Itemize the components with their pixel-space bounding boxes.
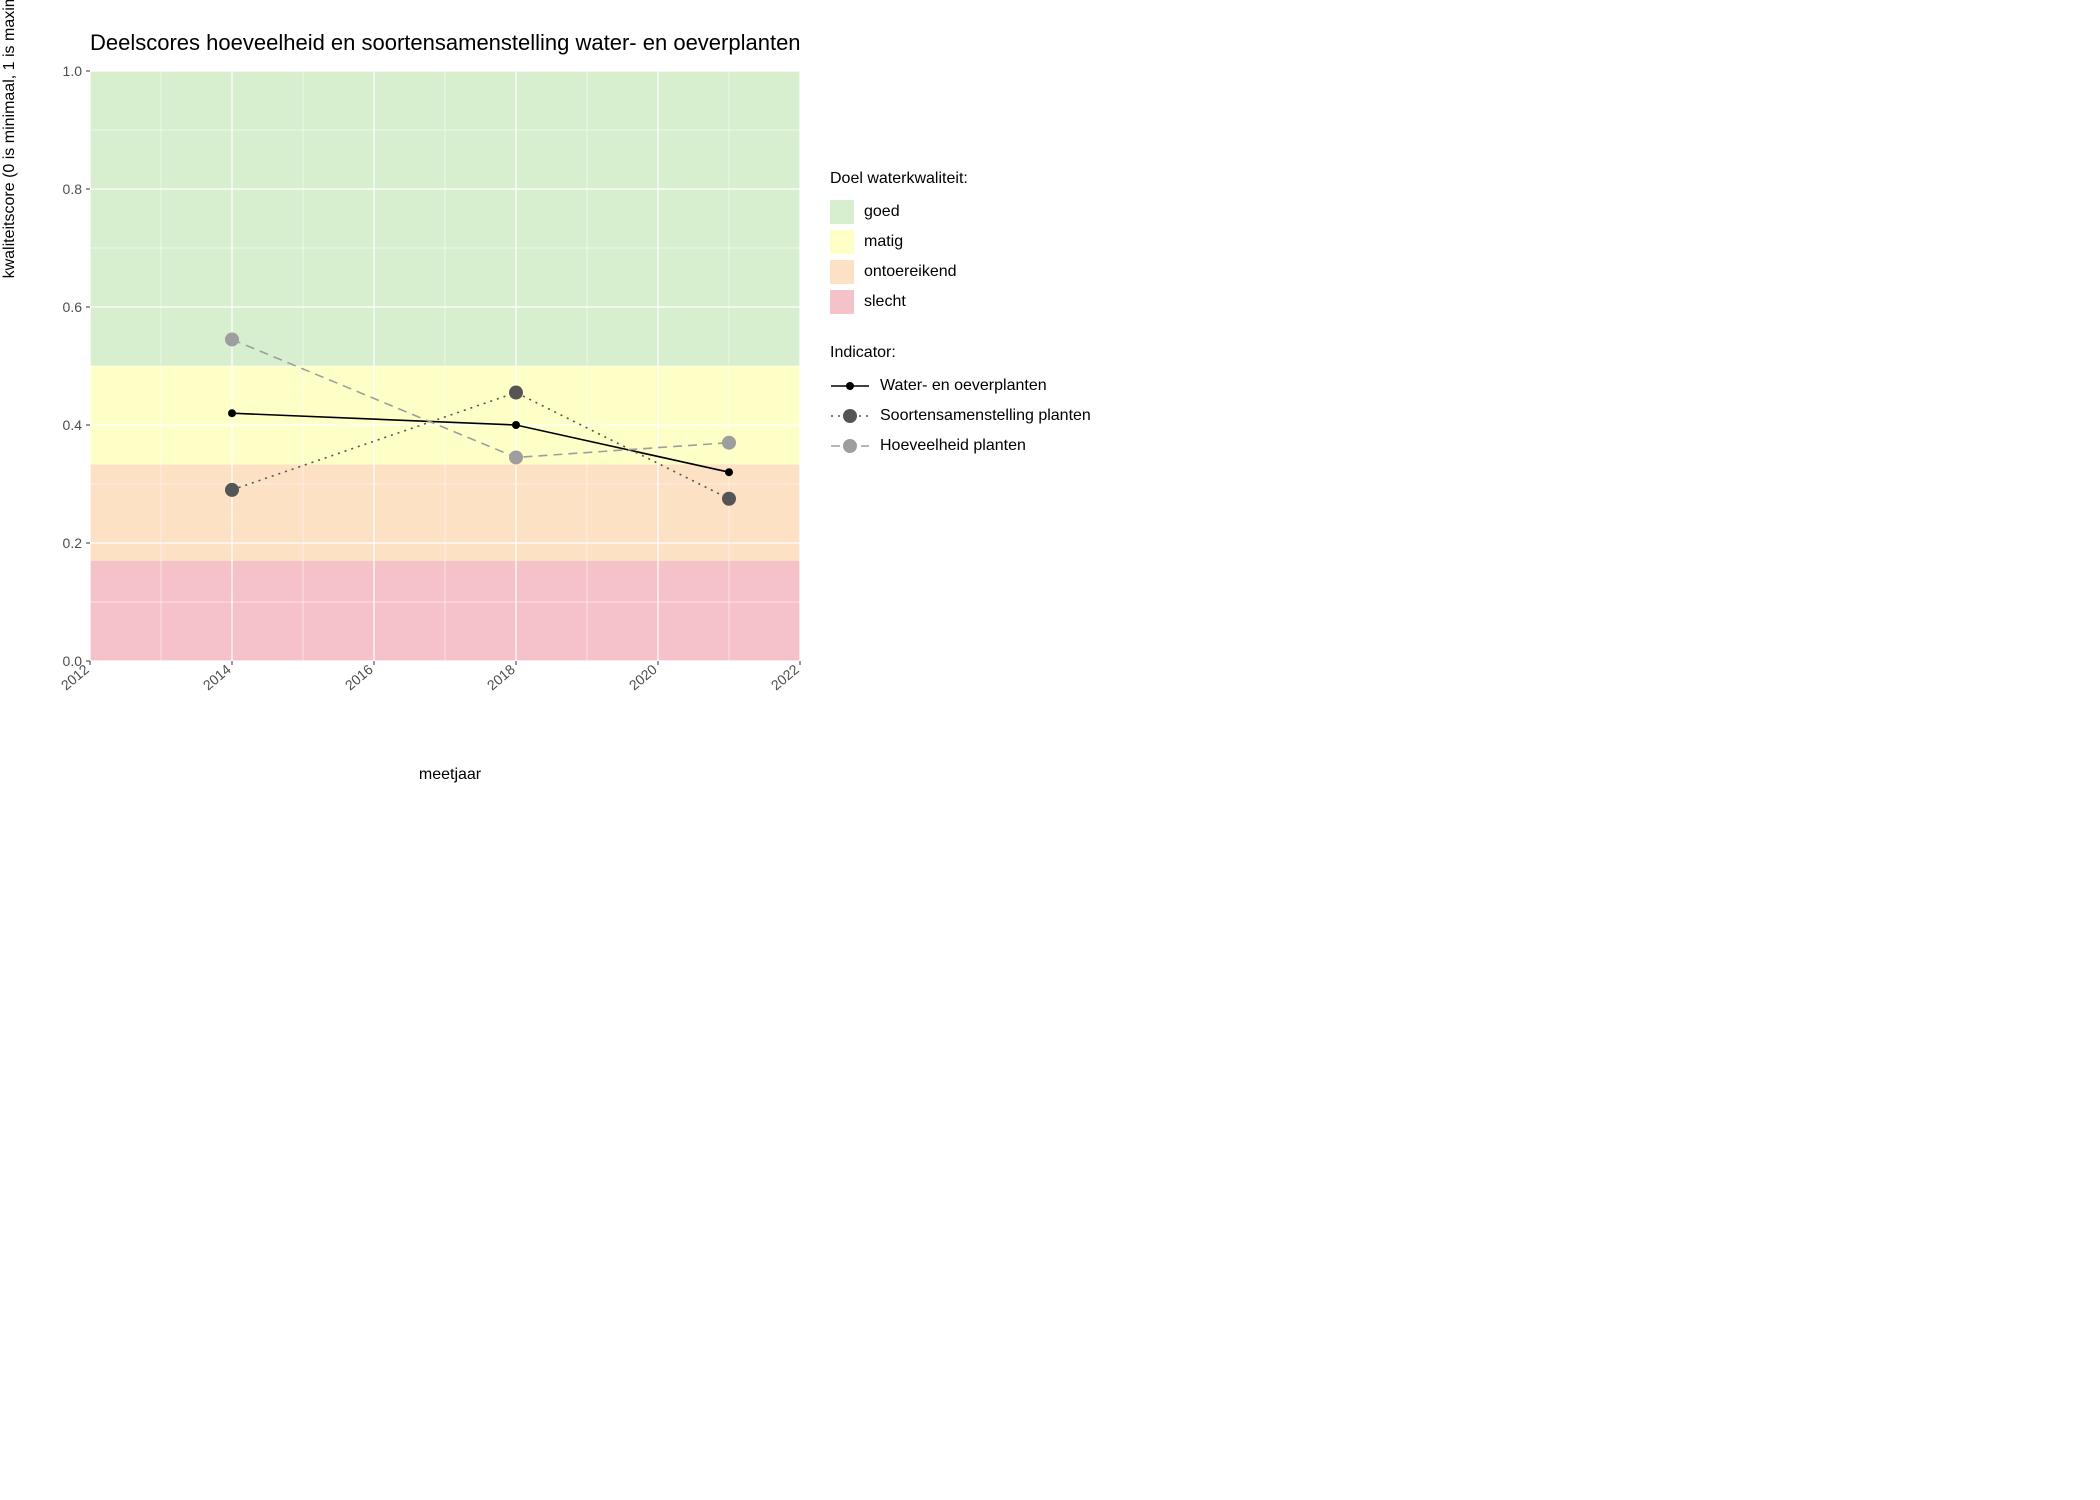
- legend-band-item: slecht: [830, 290, 1091, 314]
- legend-bands: Doel waterkwaliteit: goed matig ontoereike…: [830, 170, 1091, 314]
- legend-series-item: Water- en oeverplanten: [830, 374, 1091, 398]
- legend-swatch: [830, 260, 854, 284]
- legend-band-label: matig: [864, 233, 903, 251]
- series-point: [225, 483, 239, 497]
- series-point: [725, 468, 733, 476]
- plot-wrapper: Deelscores hoeveelheid en soortensamenst…: [30, 30, 810, 784]
- series-point: [509, 386, 523, 400]
- y-tick-label: 0.4: [63, 417, 83, 433]
- x-axis-label: meetjaar: [90, 766, 810, 784]
- x-tick-label: 2020: [626, 661, 660, 693]
- legend-band-label: goed: [864, 203, 900, 221]
- series-point: [722, 492, 736, 506]
- legend-band-item: goed: [830, 200, 1091, 224]
- legend-band-label: ontoereikend: [864, 263, 957, 281]
- legend-line-swatch: [830, 374, 870, 398]
- x-tick-label: 2014: [200, 661, 234, 693]
- legend-series-title: Indicator:: [830, 344, 1091, 362]
- series-point: [722, 436, 736, 450]
- chart-title: Deelscores hoeveelheid en soortensamenst…: [90, 30, 810, 56]
- y-axis-label: kwaliteitscore (0 is minimaal, 1 is maxi…: [1, 0, 19, 278]
- legend: Doel waterkwaliteit: goed matig ontoereike…: [830, 30, 1091, 488]
- series-point: [225, 332, 239, 346]
- x-tick-label: 2018: [484, 661, 518, 693]
- legend-swatch: [830, 230, 854, 254]
- x-tick-label: 2022: [768, 661, 802, 693]
- legend-band-item: matig: [830, 230, 1091, 254]
- legend-series-label: Water- en oeverplanten: [880, 377, 1047, 395]
- legend-series-label: Hoeveelheid planten: [880, 437, 1026, 455]
- legend-line-swatch: [830, 404, 870, 428]
- legend-series-item: Soortensamenstelling planten: [830, 404, 1091, 428]
- series-point: [509, 450, 523, 464]
- legend-swatch: [830, 200, 854, 224]
- legend-band-item: ontoereikend: [830, 260, 1091, 284]
- legend-series: Indicator: Water- en oeverplanten Soorten…: [830, 344, 1091, 458]
- y-tick-label: 0.2: [63, 535, 83, 551]
- chart-container: Deelscores hoeveelheid en soortensamenst…: [30, 30, 2070, 784]
- series-point: [512, 421, 520, 429]
- x-tick-label: 2016: [342, 661, 376, 693]
- series-point: [228, 409, 236, 417]
- plot-svg: 0.00.20.40.60.81.02012201420162018202020…: [30, 66, 810, 716]
- legend-line-swatch: [830, 434, 870, 458]
- legend-swatch: [830, 290, 854, 314]
- y-tick-label: 0.6: [63, 299, 83, 315]
- y-tick-label: 1.0: [63, 66, 83, 79]
- legend-bands-title: Doel waterkwaliteit:: [830, 170, 1091, 188]
- y-tick-label: 0.8: [63, 181, 83, 197]
- legend-series-item: Hoeveelheid planten: [830, 434, 1091, 458]
- legend-series-label: Soortensamenstelling planten: [880, 407, 1091, 425]
- legend-band-label: slecht: [864, 293, 906, 311]
